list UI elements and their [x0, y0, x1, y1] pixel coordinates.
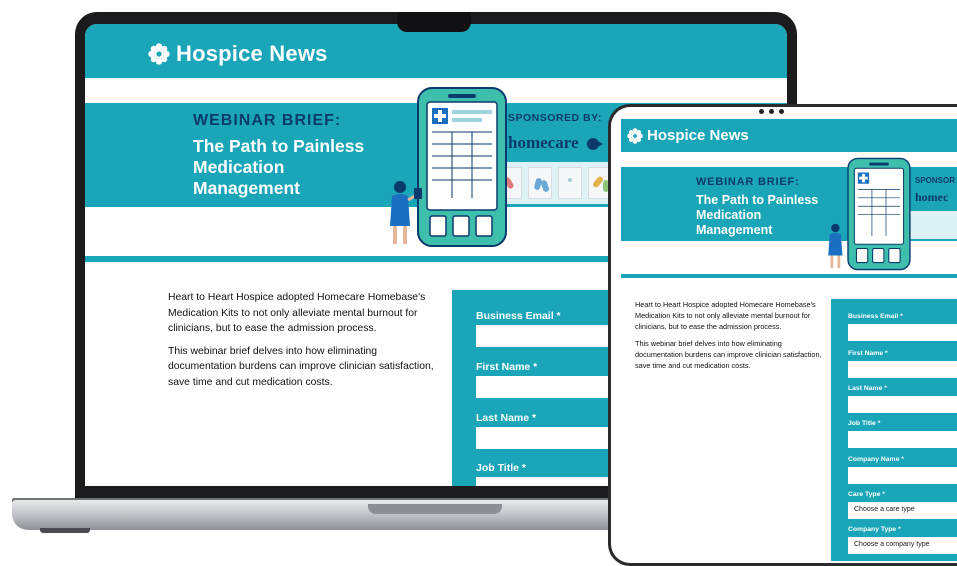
site-logo[interactable]: Hospice News [148, 41, 328, 67]
sponsor-logo-text: homecare [508, 133, 579, 152]
device-mockup-stage: Hospice News WEBINAR BRIEF: The Path to … [0, 0, 957, 566]
company-name-label: Company Name * [848, 456, 904, 463]
site-header: Hospice News [621, 119, 957, 152]
email-label: Business Email * [476, 310, 561, 322]
hero-divider [621, 274, 957, 278]
site-header: Hospice News [85, 24, 787, 78]
email-label: Business Email * [848, 313, 903, 320]
sponsor-logo: homec [915, 190, 949, 204]
person-illustration-icon [828, 223, 843, 269]
first-name-label: First Name * [848, 350, 888, 357]
intro-copy: Heart to Heart Hospice adopted Homecare … [635, 299, 830, 377]
intro-paragraph: Heart to Heart Hospice adopted Homecare … [168, 292, 426, 334]
intro-paragraph: Heart to Heart Hospice adopted Homecare … [635, 300, 816, 331]
last-name-label: Last Name * [848, 385, 887, 392]
sponsor-mark-icon [586, 138, 603, 151]
laptop-base [12, 500, 667, 530]
email-field[interactable] [848, 324, 957, 341]
sponsor-label: SPONSORED BY: [508, 112, 602, 124]
tablet-screen: Hospice News WEBINAR BRIEF: The Path to … [621, 119, 957, 561]
intro-paragraph: This webinar brief delves into how elimi… [168, 345, 434, 388]
hero-kicker: WEBINAR BRIEF: [696, 176, 800, 188]
registration-form: Business Email * First Name * Last Name … [831, 299, 957, 561]
brand-name: Hospice News [176, 41, 328, 66]
company-type-label: Company Type * [848, 526, 901, 533]
sponsor-label: SPONSOR [915, 176, 956, 185]
first-name-label: First Name * [476, 361, 538, 373]
company-type-select[interactable]: Choose a company type [848, 537, 957, 554]
sponsor-logo: homecare [508, 133, 603, 153]
job-title-field[interactable] [848, 431, 957, 448]
hero-title: The Path to Painless Medication Manageme… [193, 136, 365, 198]
care-type-select[interactable]: Choose a care type [848, 502, 957, 519]
tablet-camera [759, 109, 784, 114]
last-name-label: Last Name * [476, 412, 537, 424]
pill-kit-icon [528, 167, 552, 199]
phone-illustration-icon [390, 87, 507, 247]
intro-copy: Heart to Heart Hospice adopted Homecare … [168, 290, 438, 397]
intro-paragraph: This webinar brief delves into how elimi… [635, 339, 822, 370]
brand-name: Hospice News [647, 127, 749, 144]
tablet-frame: Hospice News WEBINAR BRIEF: The Path to … [608, 104, 957, 566]
laptop-foot [40, 528, 90, 533]
hero-title: The Path to Painless Medication Manageme… [696, 193, 819, 237]
job-title-label: Job Title * [476, 462, 526, 474]
laptop-open-groove [368, 504, 502, 514]
last-name-field[interactable] [848, 396, 957, 413]
site-logo[interactable]: Hospice News [627, 127, 749, 144]
company-name-field[interactable] [848, 467, 957, 484]
first-name-field[interactable] [848, 361, 957, 378]
laptop-camera-notch [397, 12, 471, 32]
flower-logo-icon [148, 43, 170, 65]
flower-logo-icon [627, 127, 643, 144]
hero-kicker: WEBINAR BRIEF: [193, 112, 342, 129]
job-title-label: Job Title * [848, 420, 881, 427]
phone-illustration-icon [828, 157, 911, 271]
care-type-label: Care Type * [848, 491, 885, 498]
pill-kit-icon [558, 167, 582, 199]
